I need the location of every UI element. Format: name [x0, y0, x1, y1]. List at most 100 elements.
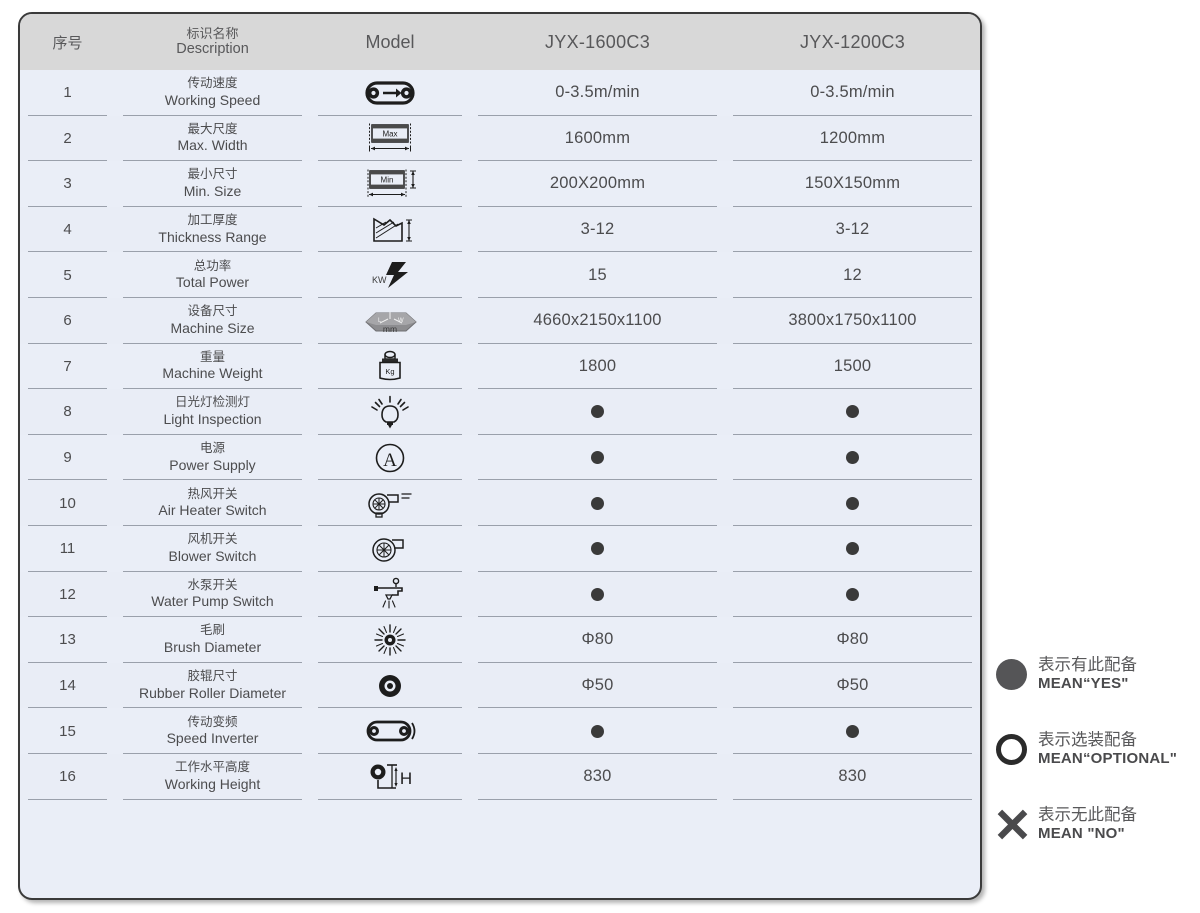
cell-value-b — [725, 708, 980, 754]
description-cn: 设备尺寸 — [187, 304, 238, 319]
legend-label-cn: 表示选装配备 — [1038, 730, 1137, 749]
table-tail-filler — [20, 799, 980, 884]
description-en: Water Pump Switch — [151, 593, 274, 610]
specification-table: 序号 标识名称 Description Model JYX-1600C3 JYX… — [18, 12, 982, 900]
table-row: 15 传动变频 Speed Inverter — [20, 708, 980, 754]
table-row: 11 风机开关 Blower Switch — [20, 525, 980, 572]
cell-value-a — [470, 480, 725, 526]
table-row: 14 胶辊尺寸 Rubber Roller Diameter Φ50 Φ50 — [20, 662, 980, 709]
filled-dot-icon — [591, 451, 604, 465]
table-row: 4 加工厚度 Thickness Range 3-12 3-12 — [20, 206, 980, 253]
cell-row-number: 9 — [20, 435, 115, 481]
filled-dot-icon — [591, 542, 604, 556]
description-cn: 传动速度 — [187, 76, 238, 91]
ampere-circle-icon: A — [358, 439, 422, 477]
cell-model-icon — [310, 617, 470, 663]
cell-value-a — [470, 435, 725, 481]
description-cn: 胶辊尺寸 — [187, 668, 238, 683]
weight-kg-icon: Kg — [358, 347, 422, 385]
description-cn: 风机开关 — [187, 532, 238, 547]
description-en: Blower Switch — [168, 547, 257, 564]
cell-description: 最小尺寸 Min. Size — [115, 161, 310, 207]
cell-model-icon: Min — [310, 161, 470, 207]
filled-dot-icon — [591, 724, 604, 738]
description-cn: 最小尺寸 — [187, 167, 238, 182]
cell-value-b: 3800x1750x1100 — [725, 298, 980, 344]
description-en: Power Supply — [169, 456, 256, 473]
description-en: Total Power — [175, 274, 250, 291]
cell-row-number: 2 — [20, 116, 115, 162]
description-cn: 热风开关 — [187, 486, 238, 501]
legend: 表示有此配备 MEAN“YES" 表示选装配备 MEAN“OPTIONAL" 表示无此… — [996, 656, 1196, 881]
machine-size-icon: L W mm — [358, 302, 422, 340]
cell-value-a: Φ50 — [470, 663, 725, 709]
description-cn: 日光灯检测灯 — [174, 395, 250, 410]
description-cn: 毛刷 — [199, 623, 225, 638]
cell-row-number: 3 — [20, 161, 115, 207]
cell-row-number: 7 — [20, 344, 115, 390]
cell-description: 毛刷 Brush Diameter — [115, 617, 310, 663]
table-row: 13 毛刷 Brush Diameter Φ80 Φ80 — [20, 617, 980, 663]
cell-row-number: 5 — [20, 252, 115, 298]
cell-model-icon — [310, 480, 470, 526]
description-en: Working Height — [164, 775, 261, 792]
legend-mark — [996, 733, 1036, 765]
cell-model-icon: H — [310, 754, 470, 800]
cell-description: 电源 Power Supply — [115, 435, 310, 481]
cell-description: 加工厚度 Thickness Range — [115, 207, 310, 253]
cell-value-a — [470, 526, 725, 572]
belt-rotate-icon — [358, 712, 422, 750]
header-description-cn: 标识名称 — [186, 25, 239, 41]
cell-description: 风机开关 Blower Switch — [115, 526, 310, 572]
cell-model-icon — [310, 572, 470, 618]
description-en: Brush Diameter — [163, 638, 262, 655]
cell-model-icon: Kg — [310, 344, 470, 390]
table-row: 7 重量 Machine Weight Kg 1800 1500 — [20, 343, 980, 390]
cell-row-number: 11 — [20, 526, 115, 572]
svg-text:W: W — [398, 318, 404, 324]
cell-row-number: 14 — [20, 663, 115, 709]
legend-item: 表示无此配备 MEAN "NO" — [996, 806, 1196, 843]
cell-value-b: 150X150mm — [725, 161, 980, 207]
svg-text:KW: KW — [372, 275, 387, 285]
description-en: Min. Size — [183, 183, 242, 200]
cell-description: 水泵开关 Water Pump Switch — [115, 572, 310, 618]
cell-description: 胶辊尺寸 Rubber Roller Diameter — [115, 663, 310, 709]
cell-row-number: 16 — [20, 754, 115, 800]
air-heater-icon — [358, 484, 422, 522]
svg-text:Min: Min — [381, 175, 394, 184]
cell-value-b: Φ80 — [725, 617, 980, 663]
header-cell-model-a: JYX-1600C3 — [544, 31, 651, 52]
description-en: Thickness Range — [158, 228, 267, 245]
cell-description: 最大尺度 Max. Width — [115, 116, 310, 162]
hollow-circle-icon — [996, 733, 1027, 765]
description-cn: 工作水平高度 — [174, 760, 250, 775]
description-en: Working Speed — [164, 91, 261, 108]
cell-value-a: 4660x2150x1100 — [470, 298, 725, 344]
cell-description: 重量 Machine Weight — [115, 344, 310, 390]
header-cell-model-b: JYX-1200C3 — [799, 31, 906, 52]
svg-text:H: H — [400, 769, 412, 788]
legend-label-cn: 表示无此配备 — [1038, 805, 1137, 824]
cell-value-a: Φ80 — [470, 617, 725, 663]
description-en: Speed Inverter — [166, 730, 259, 747]
cell-value-a: 3-12 — [470, 207, 725, 253]
table-row: 2 最大尺度 Max. Width Max 1600mm 1200mm — [20, 115, 980, 162]
legend-label-en: MEAN“YES" — [1038, 674, 1129, 692]
cell-description: 传动速度 Working Speed — [115, 70, 310, 116]
description-cn: 传动变频 — [187, 714, 238, 729]
legend-text: 表示有此配备 MEAN“YES" — [1036, 656, 1137, 693]
filled-dot-icon — [846, 496, 859, 510]
filled-dot-icon — [846, 542, 859, 556]
cell-value-b: 1500 — [725, 344, 980, 390]
cell-value-b: 3-12 — [725, 207, 980, 253]
cell-row-number: 4 — [20, 207, 115, 253]
cell-description: 工作水平高度 Working Height — [115, 754, 310, 800]
table-row: 8 日光灯检测灯 Light Inspection — [20, 389, 980, 435]
cell-description: 传动变频 Speed Inverter — [115, 708, 310, 754]
kw-bolt-icon: KW — [358, 256, 422, 294]
blower-icon — [358, 530, 422, 568]
svg-text:Kg: Kg — [385, 367, 394, 376]
legend-text: 表示无此配备 MEAN "NO" — [1036, 806, 1137, 843]
cell-row-number: 6 — [20, 298, 115, 344]
